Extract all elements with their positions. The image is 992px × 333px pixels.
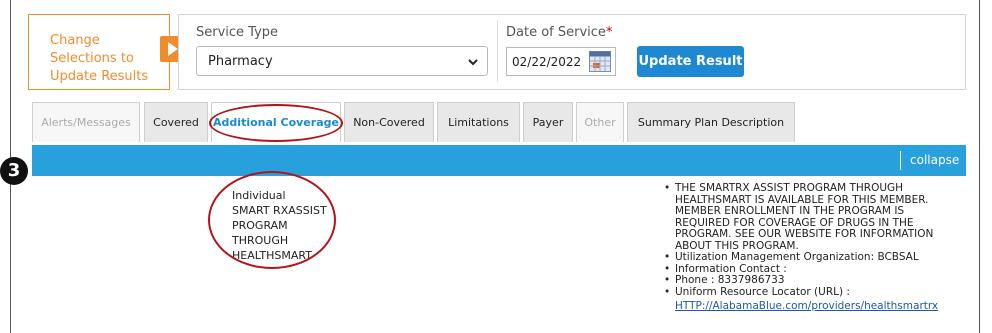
date-value: 02/22/2022 xyxy=(512,55,582,69)
detail-line: Phone : 8337986733 xyxy=(675,274,785,286)
detail-item-phone: Phone : 8337986733 xyxy=(664,274,964,287)
detail-item-url: Uniform Resource Locator (URL) : HTTP://… xyxy=(664,285,964,313)
service-type-select[interactable]: Pharmacy xyxy=(196,46,488,76)
detail-line: PROGRAM. SEE OUR WEBSITE FOR INFORMATION xyxy=(675,228,934,240)
tab-payer[interactable]: Payer xyxy=(523,102,573,142)
program-line: HEALTHSMART xyxy=(232,249,312,262)
page: Change Selections to Update Results Serv… xyxy=(0,0,992,333)
required-marker: * xyxy=(605,25,613,40)
program-line: PROGRAM xyxy=(232,219,288,232)
program-line: SMART RXASSIST xyxy=(232,204,327,217)
change-selections-text: Change Selections to Update Results xyxy=(50,33,149,84)
tab-non-covered[interactable]: Non-Covered xyxy=(344,102,434,142)
date-of-service-input[interactable]: 02/22/2022 xyxy=(506,47,616,76)
collapse-divider xyxy=(900,151,901,170)
play-arrow-icon xyxy=(168,42,178,56)
service-type-label: Service Type xyxy=(196,25,279,40)
coverage-details-list: THE SMARTRX ASSIST PROGRAM THROUGH HEALT… xyxy=(664,182,964,313)
step-marker-badge: 3 xyxy=(0,157,28,185)
filter-divider xyxy=(497,20,498,82)
healthsmartrx-link[interactable]: HTTP://AlabamaBlue.com/providers/healths… xyxy=(675,300,964,313)
date-label-text: Date of Service xyxy=(506,25,606,40)
tab-alerts-messages[interactable]: Alerts/Messages xyxy=(32,102,140,142)
program-line: Individual xyxy=(232,189,286,202)
detail-line: THE SMARTRX ASSIST PROGRAM THROUGH xyxy=(675,182,904,194)
detail-line: MEMBER ENROLLMENT IN THE PROGRAM IS xyxy=(675,205,905,217)
tab-covered[interactable]: Covered xyxy=(144,102,208,142)
tab-additional-coverage[interactable]: Additional Coverage xyxy=(211,102,341,142)
update-result-button[interactable]: Update Result xyxy=(637,46,744,77)
service-type-value: Pharmacy xyxy=(208,54,273,69)
tab-summary-plan-description[interactable]: Summary Plan Description xyxy=(627,102,795,142)
tab-other[interactable]: Other xyxy=(576,102,624,142)
chevron-down-icon xyxy=(468,59,478,66)
tab-limitations[interactable]: Limitations xyxy=(437,102,520,142)
calendar-icon[interactable] xyxy=(589,51,611,72)
detail-line: Utilization Management Organization: BCB… xyxy=(675,251,919,263)
collapse-link[interactable]: collapse xyxy=(910,153,959,167)
change-selections-panel: Change Selections to Update Results xyxy=(28,14,170,90)
detail-item-program: THE SMARTRX ASSIST PROGRAM THROUGH HEALT… xyxy=(664,182,964,252)
coverage-program-name: Individual SMART RXASSIST PROGRAM THROUG… xyxy=(232,188,327,263)
date-of-service-label: Date of Service* xyxy=(506,25,612,40)
detail-item-utilization: Utilization Management Organization: BCB… xyxy=(664,251,964,264)
section-header-bar: collapse xyxy=(32,145,966,176)
detail-line: Uniform Resource Locator (URL) : xyxy=(675,285,850,298)
program-line: THROUGH xyxy=(232,234,289,247)
